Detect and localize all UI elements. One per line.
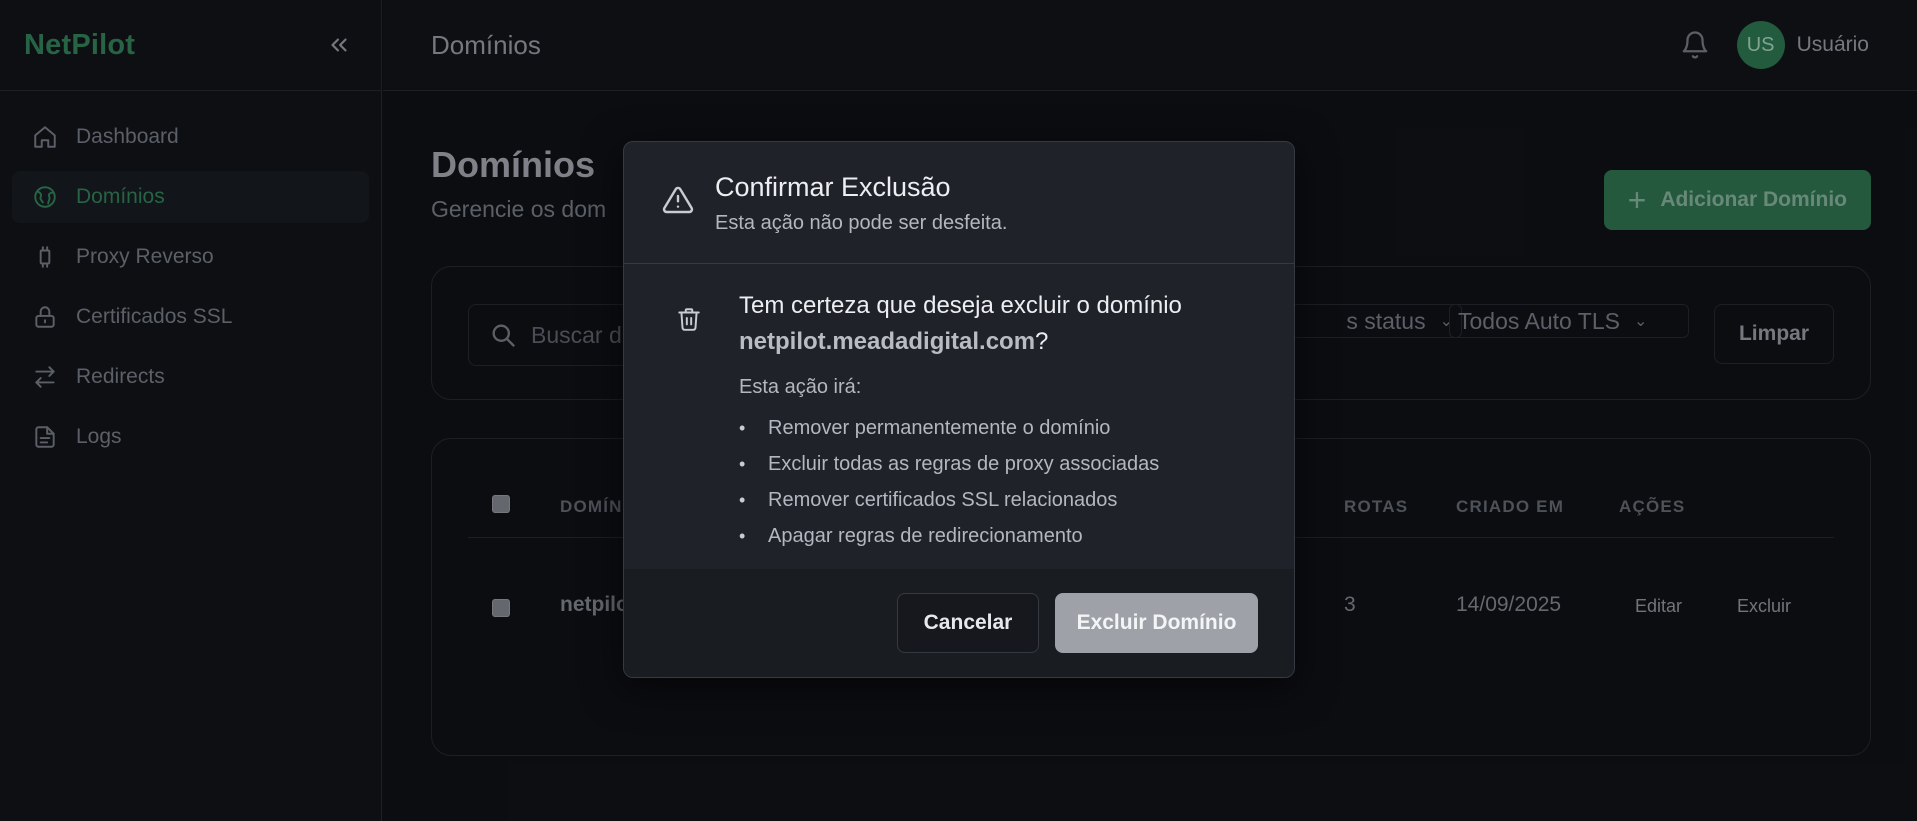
consequence-item: Remover permanentemente o domínio (739, 410, 1159, 446)
confirm-delete-button[interactable]: Excluir Domínio (1055, 593, 1258, 653)
confirm-domain-line: netpilot.meadadigital.com? (739, 328, 1048, 356)
dialog-header: Confirmar Exclusão Esta ação não pode se… (624, 142, 1294, 264)
consequences-list: Remover permanentemente o domínio Exclui… (739, 410, 1159, 554)
warning-icon (662, 184, 694, 221)
dialog-body: Tem certeza que deseja excluir o domínio… (624, 264, 1294, 571)
consequence-item: Apagar regras de redirecionamento (739, 518, 1159, 554)
question-mark: ? (1035, 328, 1049, 355)
dialog-title: Confirmar Exclusão (715, 172, 951, 202)
consequence-item: Remover certificados SSL relacionados (739, 482, 1159, 518)
confirm-question: Tem certeza que deseja excluir o domínio (739, 292, 1182, 319)
target-domain: netpilot.meadadigital.com (739, 328, 1036, 355)
dialog-subtitle: Esta ação não pode ser desfeita. (715, 212, 1008, 234)
consequence-item: Excluir todas as regras de proxy associa… (739, 446, 1159, 482)
trash-icon (676, 304, 702, 339)
cancel-button[interactable]: Cancelar (897, 593, 1039, 653)
consequences-label: Esta ação irá: (739, 376, 862, 398)
confirm-delete-dialog: Confirmar Exclusão Esta ação não pode se… (623, 141, 1295, 678)
dialog-footer: Cancelar Excluir Domínio (624, 569, 1294, 677)
